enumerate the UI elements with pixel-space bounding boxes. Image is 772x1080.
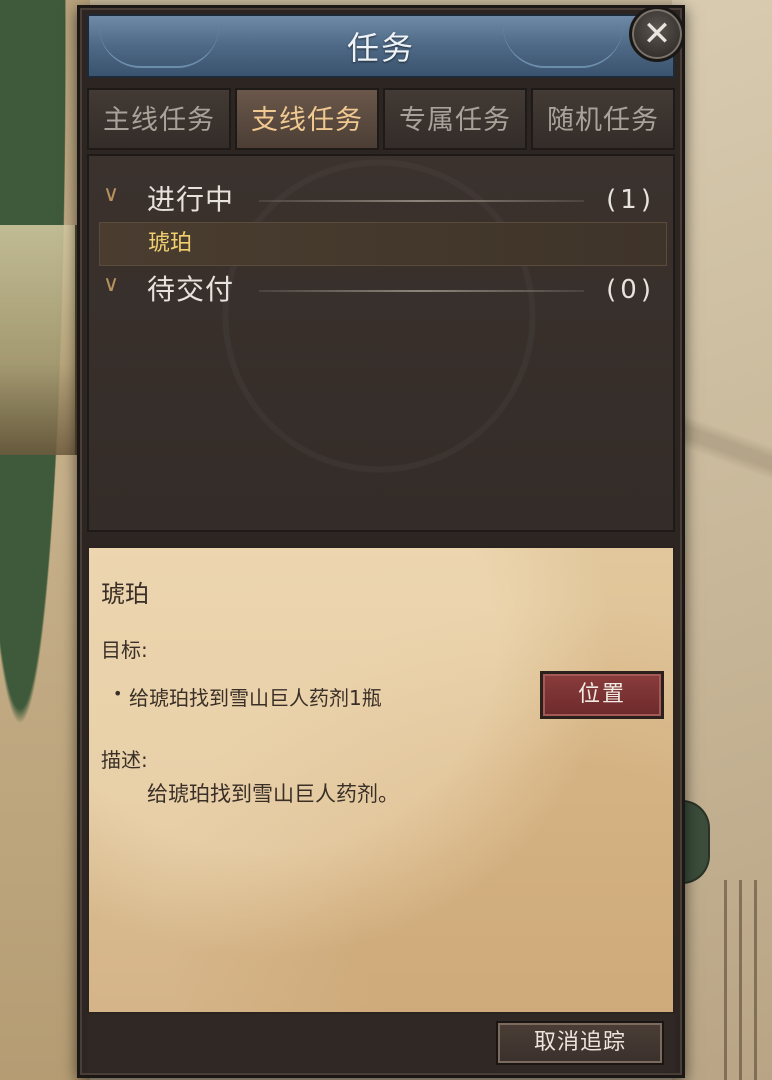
quest-list: ∨ 进行中 (1) 琥珀 ∨ 待交付 (0) [87, 154, 675, 532]
tab-main-quest[interactable]: 主线任务 [87, 88, 231, 150]
quest-list-item[interactable]: 琥珀 [99, 222, 667, 266]
quest-panel: 任务 ✕ 主线任务 支线任务 专属任务 随机任务 ∨ 进行中 (1) 琥珀 ∨ … [77, 5, 685, 1078]
quest-name: 琥珀 [148, 231, 193, 256]
close-button[interactable]: ✕ [629, 6, 685, 62]
wooden-fence [712, 880, 762, 1080]
detail-title: 琥珀 [101, 580, 149, 608]
bullet-icon: • [113, 684, 123, 703]
chevron-down-icon: ∨ [103, 272, 120, 297]
footer-bar: 取消追踪 [87, 1014, 675, 1072]
quest-tabs: 主线任务 支线任务 专属任务 随机任务 [87, 88, 675, 150]
tab-random-quest[interactable]: 随机任务 [531, 88, 675, 150]
untrack-button[interactable]: 取消追踪 [496, 1021, 664, 1065]
group-count: (1) [606, 185, 655, 215]
group-divider [259, 290, 584, 292]
goal-label: 目标: [101, 638, 148, 662]
tab-side-quest[interactable]: 支线任务 [235, 88, 379, 150]
goal-item: 给琥珀找到雪山巨人药剂1瓶 [129, 686, 382, 710]
group-pending-delivery[interactable]: ∨ 待交付 (0) [89, 268, 673, 312]
group-label: 进行中 [147, 183, 235, 216]
quest-detail: 琥珀 目标: • 给琥珀找到雪山巨人药剂1瓶 位置 描述: 给琥珀找到雪山巨人药… [87, 546, 675, 1014]
chevron-down-icon: ∨ [103, 182, 120, 207]
locate-button[interactable]: 位置 [540, 671, 664, 719]
group-label: 待交付 [147, 273, 235, 306]
description-text: 给琥珀找到雪山巨人药剂。 [147, 782, 399, 806]
group-in-progress[interactable]: ∨ 进行中 (1) [89, 178, 673, 222]
window-title: 任务 [346, 29, 415, 67]
title-bar: 任务 [87, 14, 675, 78]
description-label: 描述: [101, 748, 148, 772]
group-divider [259, 200, 584, 202]
wagon-cart [0, 225, 78, 455]
group-count: (0) [606, 275, 655, 305]
tab-exclusive-quest[interactable]: 专属任务 [383, 88, 527, 150]
close-icon: ✕ [642, 14, 672, 54]
